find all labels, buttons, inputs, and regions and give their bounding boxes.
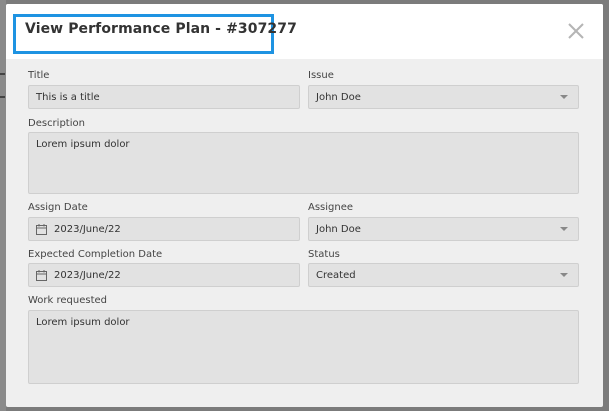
status-value: Created — [316, 269, 356, 281]
expected-completion-date-value: 2023/June/22 — [54, 269, 121, 281]
calendar-icon — [36, 223, 47, 235]
expected-completion-date-label: Expected Completion Date — [28, 249, 163, 260]
status-select[interactable]: Created — [308, 263, 579, 287]
chevron-down-icon — [560, 95, 568, 99]
title-input[interactable]: This is a title — [28, 85, 300, 109]
title-highlight-box: View Performance Plan - #307277 — [13, 14, 297, 54]
issue-select[interactable]: John Doe — [308, 85, 579, 109]
background-tick — [0, 96, 5, 98]
work-requested-value: Lorem ipsum dolor — [36, 317, 130, 328]
issue-label: Issue — [308, 70, 334, 81]
work-requested-label: Work requested — [28, 295, 108, 306]
work-requested-textarea[interactable]: Lorem ipsum dolor — [28, 310, 579, 384]
expected-completion-date-input[interactable]: 2023/June/22 — [28, 263, 300, 287]
close-icon — [568, 23, 584, 39]
chevron-down-icon — [560, 227, 568, 231]
description-label: Description — [28, 118, 85, 129]
assignee-value: John Doe — [316, 223, 361, 235]
modal-header: View Performance Plan - #307277 — [6, 4, 603, 59]
calendar-icon — [36, 269, 47, 281]
assign-date-label: Assign Date — [28, 202, 88, 213]
description-value: Lorem ipsum dolor — [36, 139, 130, 150]
assign-date-input[interactable]: 2023/June/22 — [28, 217, 300, 241]
performance-plan-modal: View Performance Plan - #307277 Title Th… — [6, 4, 603, 407]
chevron-down-icon — [560, 273, 568, 277]
close-button[interactable] — [566, 21, 586, 41]
description-textarea[interactable]: Lorem ipsum dolor — [28, 132, 579, 194]
background-tick — [0, 73, 5, 75]
modal-title: View Performance Plan - #307277 — [25, 21, 297, 37]
assignee-label: Assignee — [308, 202, 354, 213]
title-value: This is a title — [36, 91, 100, 103]
assignee-select[interactable]: John Doe — [308, 217, 579, 241]
issue-value: John Doe — [316, 91, 361, 103]
assign-date-value: 2023/June/22 — [54, 223, 121, 235]
title-label: Title — [28, 70, 50, 81]
status-label: Status — [308, 249, 340, 260]
